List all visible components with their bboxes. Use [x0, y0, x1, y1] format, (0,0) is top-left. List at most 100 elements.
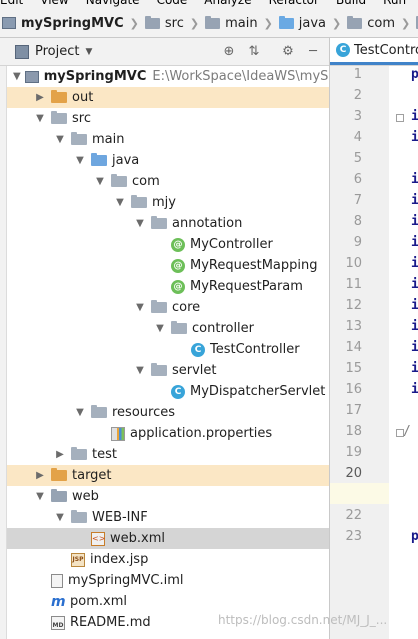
- line-number: 10: [345, 256, 362, 271]
- expand-arrow-icon[interactable]: ▼: [133, 302, 147, 313]
- tree-item-myspringmvc[interactable]: ▼ mySpringMVC E:\WorkSpace\IdeaWS\mySpring: [7, 66, 329, 87]
- menu-item-edit[interactable]: Edit: [0, 0, 23, 7]
- code-line: i: [411, 340, 418, 355]
- tree-item-label: MyRequestMapping: [190, 258, 318, 273]
- package-icon: [111, 174, 127, 187]
- project-panel-header: Project ▼ ⊕ ⇅ ⚙ ─: [0, 38, 329, 66]
- tree-item-mydispatcherservlet[interactable]: ▶CMyDispatcherServlet: [7, 381, 329, 402]
- breadcrumb-com[interactable]: com: [347, 15, 395, 31]
- menu-item-refactor[interactable]: Refactor: [269, 0, 319, 7]
- folder-icon: [51, 111, 67, 124]
- fold-marker-icon[interactable]: [396, 429, 404, 437]
- code-line: i: [411, 214, 418, 229]
- tree-item-annotation[interactable]: ▼ annotation: [7, 213, 329, 234]
- menu-item-build[interactable]: Build: [336, 0, 366, 7]
- expand-arrow-icon[interactable]: ▼: [53, 512, 67, 523]
- code-line: i: [411, 298, 418, 313]
- breadcrumb-java[interactable]: java: [278, 15, 326, 31]
- folder-icon: [205, 15, 221, 29]
- expand-arrow-icon[interactable]: ▼: [33, 491, 47, 502]
- tree-item-test[interactable]: ▶ test: [7, 444, 329, 465]
- tree-item-web-inf[interactable]: ▼ WEB-INF: [7, 507, 329, 528]
- fold-marker-icon[interactable]: [396, 114, 404, 122]
- tree-item-label: java: [112, 153, 140, 168]
- tree-item-label: resources: [112, 405, 176, 420]
- expand-arrow-icon[interactable]: ▼: [73, 155, 87, 166]
- line-number: 22: [345, 508, 362, 523]
- code-line: p: [411, 529, 418, 544]
- tree-item-mjy[interactable]: ▼ mjy: [7, 192, 329, 213]
- tree-item-index-jsp[interactable]: ▶JSPindex.jsp: [7, 549, 329, 570]
- tree-item-target[interactable]: ▶ target: [7, 465, 329, 486]
- expand-arrow-icon[interactable]: ▼: [153, 323, 167, 334]
- expand-arrow-icon[interactable]: ▼: [33, 113, 47, 124]
- line-number: 6: [353, 172, 362, 187]
- tree-item-main[interactable]: ▼ main: [7, 129, 329, 150]
- tree-item-web[interactable]: ▼ web: [7, 486, 329, 507]
- tree-item-label: MyRequestParam: [190, 279, 303, 294]
- tree-item-core[interactable]: ▼ core: [7, 297, 329, 318]
- breadcrumb-main[interactable]: main: [205, 15, 258, 31]
- xml-file-icon: <>: [91, 531, 105, 546]
- tree-item-myspringmvc-iml[interactable]: ▶mySpringMVC.iml: [7, 570, 329, 591]
- expand-arrow-icon[interactable]: ▼: [113, 197, 127, 208]
- collapse-arrow-icon[interactable]: ▶: [53, 449, 67, 460]
- line-number: 3: [353, 109, 362, 124]
- tree-item-src[interactable]: ▼ src: [7, 108, 329, 129]
- tree-item-application-properties[interactable]: ▶application.properties: [7, 423, 329, 444]
- expand-arrow-icon[interactable]: ▼: [93, 176, 107, 187]
- excluded-folder-icon: [51, 468, 67, 481]
- collapse-all-icon[interactable]: ⇅: [246, 44, 262, 60]
- code-line: i: [411, 277, 418, 292]
- breadcrumb-project[interactable]: mySpringMVC: [2, 16, 124, 31]
- tree-item-label: index.jsp: [90, 552, 149, 567]
- collapse-arrow-icon[interactable]: ▶: [33, 470, 47, 481]
- expand-arrow-icon[interactable]: ▼: [53, 134, 67, 145]
- tree-item-label: target: [72, 468, 112, 483]
- expand-arrow-icon[interactable]: ▼: [13, 71, 21, 82]
- menu-item-code[interactable]: Code: [157, 0, 188, 7]
- editor-code-area[interactable]: p i i i i i i i i i i i i i / p: [389, 66, 418, 639]
- chevron-down-icon[interactable]: ▼: [85, 47, 92, 57]
- tree-item-controller[interactable]: ▼ controller: [7, 318, 329, 339]
- expand-arrow-icon[interactable]: ▼: [133, 218, 147, 229]
- module-icon: [2, 17, 16, 29]
- tree-item-java[interactable]: ▼ java: [7, 150, 329, 171]
- tree-item-myrequestmapping[interactable]: ▶@MyRequestMapping: [7, 255, 329, 276]
- tree-item-myrequestparam[interactable]: ▶@MyRequestParam: [7, 276, 329, 297]
- code-line: i: [411, 382, 418, 397]
- tree-item-web-xml[interactable]: ▶<>web.xml: [7, 528, 329, 549]
- project-panel-title[interactable]: Project: [35, 44, 79, 59]
- breadcrumb-src[interactable]: src: [144, 15, 184, 31]
- locate-target-icon[interactable]: ⊕: [221, 44, 237, 60]
- tree-item-testcontroller[interactable]: ▶CTestController: [7, 339, 329, 360]
- markdown-file-icon: MD: [51, 615, 65, 630]
- package-icon: [151, 216, 167, 229]
- menu-item-run[interactable]: Run: [383, 0, 406, 7]
- tree-item-servlet[interactable]: ▼ servlet: [7, 360, 329, 381]
- chevron-right-icon: ❯: [401, 16, 411, 30]
- line-number: 15: [345, 361, 362, 376]
- project-tree: ▼ mySpringMVC E:\WorkSpace\IdeaWS\mySpring…: [7, 66, 329, 639]
- tree-item-label: out: [72, 90, 94, 105]
- menu-item-analyze[interactable]: Analyze: [204, 0, 251, 7]
- line-number: 8: [353, 214, 362, 229]
- expand-arrow-icon[interactable]: ▼: [73, 407, 87, 418]
- package-icon: [151, 363, 167, 376]
- tree-item-out[interactable]: ▶ out: [7, 87, 329, 108]
- editor-tab-bar: C TestControlle: [330, 38, 418, 66]
- collapse-arrow-icon[interactable]: ▶: [33, 92, 47, 103]
- tree-item-com[interactable]: ▼ com: [7, 171, 329, 192]
- tree-item-mycontroller[interactable]: ▶@MyController: [7, 234, 329, 255]
- hide-panel-icon[interactable]: ─: [305, 44, 321, 60]
- tree-item-pom-xml[interactable]: ▶mpom.xml: [7, 591, 329, 612]
- menu-item-navigate[interactable]: Navigate: [86, 0, 140, 7]
- menu-item-view[interactable]: View: [40, 0, 68, 7]
- tree-item-resources[interactable]: ▼ resources: [7, 402, 329, 423]
- tree-item-path: E:\WorkSpace\IdeaWS\mySpring: [152, 69, 329, 84]
- tab-test-controller[interactable]: C TestControlle: [330, 38, 418, 65]
- expand-arrow-icon[interactable]: ▼: [133, 365, 147, 376]
- tree-item-label: web: [72, 489, 99, 504]
- gear-icon[interactable]: ⚙: [280, 44, 296, 60]
- resources-folder-icon: [91, 405, 107, 418]
